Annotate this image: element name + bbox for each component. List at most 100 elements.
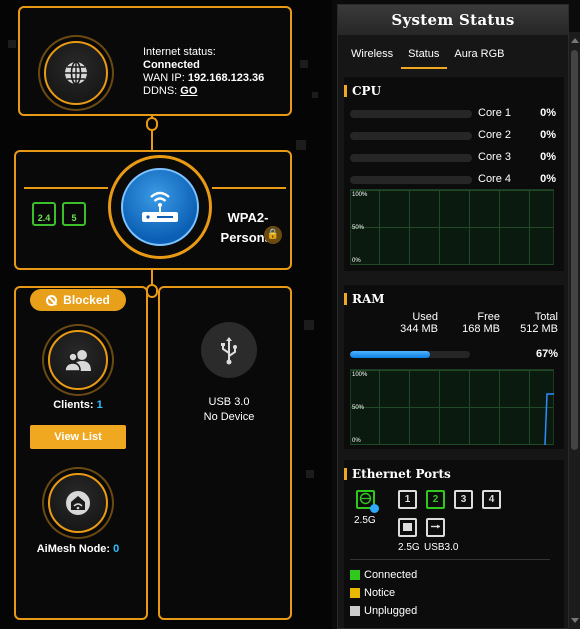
- clients-count-value: 1: [96, 399, 103, 411]
- ram-usage-graph: 100% 50% 0%: [350, 369, 554, 446]
- blocked-button[interactable]: Blocked: [30, 289, 126, 311]
- ban-icon: [46, 294, 58, 306]
- usb-icon: [431, 524, 440, 529]
- ethernet-card: Ethernet Ports 2.5G 1 2 3 4 2.5G USB3.0 …: [344, 460, 564, 628]
- tab-status[interactable]: Status: [401, 39, 448, 69]
- blocked-label: Blocked: [63, 293, 110, 307]
- scroll-thumb[interactable]: [571, 50, 578, 450]
- ram-total: Total 512 MB: [508, 311, 558, 335]
- ram-total-label: Total: [534, 311, 558, 323]
- scroll-up-icon[interactable]: [571, 38, 579, 43]
- ram-usage-pct: 67%: [535, 348, 558, 360]
- decor-pixel: [304, 320, 314, 330]
- ram-used-label: Used: [412, 311, 438, 323]
- lan-port-3: 3: [454, 490, 473, 509]
- grid-line: [379, 190, 380, 264]
- aimesh-count-value: 0: [113, 543, 120, 555]
- ethernet-icon: [403, 523, 412, 531]
- tab-aura-rgb[interactable]: Aura RGB: [447, 39, 512, 69]
- legend-unplugged: Unplugged: [364, 605, 418, 617]
- status-tabs: Wireless Status Aura RGB: [338, 39, 568, 69]
- router-button[interactable]: [121, 168, 199, 246]
- grid-line: [499, 190, 500, 264]
- system-status-panel: System Status Wireless Status Aura RGB C…: [337, 4, 569, 629]
- band-5ghz-icon: 5: [62, 202, 86, 226]
- core-row: Core 4 0%: [344, 169, 564, 191]
- core-row: Core 1 0%: [344, 103, 564, 125]
- decor-pixel: [312, 92, 318, 98]
- tab-wireless[interactable]: Wireless: [344, 39, 401, 69]
- wan-port-speed: 2.5G: [354, 515, 376, 526]
- usb-type: USB 3.0: [208, 396, 250, 408]
- internet-info: Internet status: Connected WAN IP: 192.1…: [143, 46, 264, 98]
- core-row: Core 2 0%: [344, 125, 564, 147]
- graph-label-100: 100%: [352, 192, 368, 198]
- legend-unplugged-swatch: [350, 606, 360, 616]
- ram-used: Used 344 MB: [388, 311, 438, 335]
- decor-pixel: [300, 60, 308, 68]
- aimesh-button[interactable]: [48, 473, 108, 533]
- legend-connected: Connected: [364, 569, 418, 581]
- divider: [350, 559, 550, 560]
- lan-port-2: 2: [426, 490, 445, 509]
- decor-pixel: [8, 40, 16, 48]
- core-name: Core 1: [478, 107, 512, 119]
- grid-line: [351, 227, 553, 228]
- status-scrollbar[interactable]: [569, 32, 580, 629]
- core-usage: 0%: [540, 107, 556, 119]
- grid-line: [409, 190, 410, 264]
- decor-pixel: [296, 140, 306, 150]
- band-24-label: 2.4: [37, 213, 51, 223]
- ram-usage-line: [544, 393, 554, 446]
- ram-free: Free 168 MB: [450, 311, 500, 335]
- core-name: Core 2: [478, 129, 512, 141]
- legend-notice-swatch: [350, 588, 360, 598]
- usb-button[interactable]: [201, 322, 257, 378]
- legend-notice: Notice: [364, 587, 396, 599]
- ram-free-value: 168 MB: [462, 323, 500, 335]
- graph-label-0: 0%: [352, 438, 361, 444]
- ram-total-value: 512 MB: [520, 323, 558, 335]
- band-5-label: 5: [71, 213, 77, 223]
- graph-label-50: 50%: [352, 225, 365, 231]
- lan-25g-port: [398, 518, 417, 537]
- cpu-card: CPU Core 1 0% Core 2 0% Core 3 0% Core 4 0% …: [344, 77, 564, 271]
- ram-usage-fill: [350, 351, 431, 358]
- scroll-down-icon[interactable]: [571, 618, 579, 623]
- view-list-button[interactable]: View List: [30, 425, 126, 449]
- clients-label: Clients:: [53, 399, 94, 411]
- wan-ip-label: WAN IP:: [143, 72, 185, 84]
- cpu-title: CPU: [344, 81, 564, 101]
- usb3-port: [426, 518, 445, 537]
- aimesh-icon: [66, 491, 90, 515]
- core-usage: 0%: [540, 151, 556, 163]
- internet-button[interactable]: [44, 41, 108, 105]
- core-name: Core 3: [478, 151, 512, 163]
- core-usage-bar: [350, 176, 472, 184]
- decor-pixel: [306, 470, 314, 478]
- usb-device-status: No Device: [203, 411, 255, 423]
- usb-status: USB 3.0 No Device: [170, 395, 288, 425]
- connector-node: [146, 117, 158, 131]
- grid-line: [351, 190, 553, 191]
- router-button-ring[interactable]: [108, 155, 212, 259]
- ddns-label: DDNS:: [143, 85, 178, 97]
- wan-speed-dot: [370, 504, 379, 513]
- ddns-go-link[interactable]: GO: [180, 85, 197, 97]
- usb3-label: USB3.0: [424, 542, 459, 553]
- grid-line: [469, 190, 470, 264]
- core-usage-bar: [350, 132, 472, 140]
- aimesh-count: AiMesh Node: 0: [20, 543, 136, 555]
- graph-label-50: 50%: [352, 405, 365, 411]
- clients-count: Clients: 1: [30, 399, 126, 411]
- router-icon: [142, 191, 178, 222]
- core-usage-bar: [350, 110, 472, 118]
- internet-status-label: Internet status:: [143, 46, 216, 58]
- lock-icon: 🔒: [264, 226, 282, 244]
- clients-button[interactable]: [48, 330, 108, 390]
- system-status-title: System Status: [338, 5, 568, 35]
- network-map: Internet status: Connected WAN IP: 192.1…: [0, 0, 332, 629]
- graph-label-0: 0%: [352, 258, 361, 264]
- ram-usage-bar: [350, 351, 470, 358]
- lan-port-1: 1: [398, 490, 417, 509]
